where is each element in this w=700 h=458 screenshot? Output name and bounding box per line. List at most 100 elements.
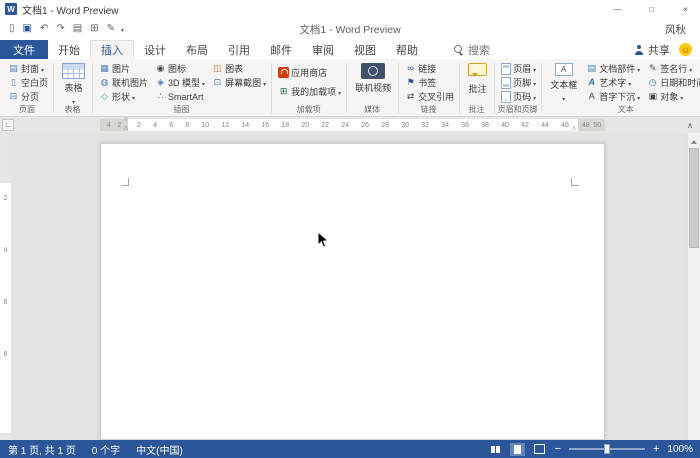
online-pictures-label: 联机图片 [112,78,149,88]
ruler-number: 48 [581,121,590,129]
drop-cap-button[interactable]: A 首字下沉 [584,90,642,103]
footer-button[interactable]: 页脚 [499,76,538,89]
tab-design[interactable]: 设计 [134,40,176,59]
tab-insert[interactable]: 插入 [90,40,134,59]
maximize-button[interactable]: □ [637,0,666,18]
wordart-button[interactable]: A 艺术字 [584,76,642,89]
chart-button[interactable]: ◫ 图表 [210,62,268,75]
collapse-ribbon-button[interactable]: ∧ [683,118,697,132]
footer-icon [501,76,512,89]
ruler-number: 8 [3,351,8,358]
ruler-number: 26 [361,121,370,129]
share-button[interactable]: 共享 [634,42,670,58]
document-page[interactable] [100,143,605,440]
language-indicator[interactable]: 中文(中国) [128,442,191,457]
comment-button[interactable]: 批注 [464,62,491,96]
tab-view[interactable]: 视图 [344,40,386,59]
screenshot-button[interactable]: ⊡ 屏幕截图 [210,76,268,89]
dropdown-icon [41,64,44,74]
minimize-button[interactable]: — [603,0,632,18]
tab-review[interactable]: 审阅 [302,40,344,59]
close-button[interactable]: × [671,0,700,18]
signature-line-icon: ✎ [648,63,657,73]
word-count[interactable]: 0 个字 [84,442,128,457]
online-video-button[interactable]: 联机视频 [351,62,395,95]
vertical-scrollbar[interactable] [687,133,700,440]
screenshot-icon: ⊡ [213,77,222,87]
tab-mailings[interactable]: 邮件 [260,40,302,59]
group-label-comments: 批注 [468,105,485,114]
zoom-level[interactable]: 100% [667,444,693,455]
read-mode-button[interactable] [488,443,503,456]
word-logo-icon[interactable]: W [5,3,17,15]
pen-icon[interactable]: ✎ [107,24,115,34]
feedback-smiley-icon[interactable]: ☺ [679,43,692,56]
bookmark-button[interactable]: ⚑ 书签 [403,76,456,89]
ruler-row: ∟ 42 2 4 6 8 10 12 14 16 18 20 22 24 26 28 30 32 34 36 38 4… [0,117,700,133]
store-button[interactable]: 应用商店 [276,66,343,79]
signature-line-button[interactable]: ✎ 签名行 [645,62,700,75]
online-pictures-button[interactable]: ◍ 联机图片 [97,76,150,89]
blank-page-button[interactable]: ▯ 空白页 [6,76,50,89]
table-button[interactable]: 表格 [58,62,89,107]
scrollbar-thumb[interactable] [689,148,699,248]
dropdown-icon [338,87,341,97]
group-tables: 表格 表格 [54,59,94,116]
3d-models-label: 3D 模型 [168,78,201,88]
new-document-icon[interactable]: ▯ [9,24,15,34]
cover-page-button[interactable]: ▤ 封面 [6,62,50,75]
my-addins-button[interactable]: ⊞ 我的加载项 [276,85,343,98]
3d-models-button[interactable]: ◈ 3D 模型 [153,76,207,89]
group-label-addins: 加载项 [296,105,321,114]
date-time-button[interactable]: ◷ 日期和时间 [645,76,700,89]
tab-home[interactable]: 开始 [48,40,90,59]
user-name[interactable]: 风秋 [665,18,686,40]
save-icon[interactable]: ▣ [23,24,32,34]
right-indent-marker[interactable] [572,126,576,131]
ruler-number: 30 [401,121,410,129]
search-icon [454,45,463,54]
header-button[interactable]: 页眉 [499,62,538,75]
dropdown-icon [263,78,266,88]
tab-help[interactable]: 帮助 [386,40,428,59]
screenshot-label: 屏幕截图 [225,78,262,88]
app-bar: ▯ ▣ ↶ ↷ ▤ ⊞ ✎ 文档1 - Word Preview 风秋 [0,18,700,40]
icons-button[interactable]: ◉ 图标 [153,62,207,75]
scroll-up-arrow-icon[interactable] [688,133,700,146]
zoom-slider[interactable] [568,444,645,454]
undo-icon[interactable]: ↶ [40,24,48,34]
redo-icon[interactable]: ↷ [56,24,64,34]
shapes-button[interactable]: ◇ 形状 [97,90,150,103]
link-button[interactable]: ∞ 链接 [403,62,456,75]
pictures-button[interactable]: ▦ 图片 [97,62,150,75]
page-break-button[interactable]: ⊟ 分页 [6,90,50,103]
ruler-number: 4 [3,247,8,254]
ruler-number: 16 [261,121,270,129]
hanging-indent-marker[interactable] [124,126,128,131]
zoom-slider-thumb[interactable] [603,444,610,454]
tab-references[interactable]: 引用 [218,40,260,59]
smartart-button[interactable]: ∴ SmartArt [153,90,207,103]
page-number-button[interactable]: 页码 [499,90,538,103]
cross-reference-button[interactable]: ⇄ 交叉引用 [403,90,456,103]
zoom-out-button[interactable]: − [554,443,562,455]
cross-reference-label: 交叉引用 [418,92,455,102]
quick-parts-button[interactable]: ▤ 文档部件 [584,62,642,75]
print-icon[interactable]: ▤ [73,24,82,34]
print-layout-button[interactable] [509,442,525,456]
tab-selector[interactable]: ∟ [2,119,14,131]
ruler-number: 12 [221,121,230,129]
first-line-indent-marker[interactable] [124,118,128,123]
object-button[interactable]: ▣ 对象 [645,90,700,103]
tab-layout[interactable]: 布局 [176,40,218,59]
text-box-button[interactable]: 文本框 [546,62,581,104]
ruler-number: 34 [441,121,449,129]
tab-file[interactable]: 文件 [0,40,48,59]
document-area[interactable]: 2 4 6 8 [0,133,700,440]
page-indicator[interactable]: 第 1 页, 共 1 页 [0,442,84,457]
web-layout-button[interactable] [532,443,547,456]
draw-table-icon[interactable]: ⊞ [90,24,98,34]
zoom-in-button[interactable]: + [652,443,660,455]
search-box[interactable]: 搜索 [454,40,490,59]
customize-qat-dropdown-icon[interactable] [121,23,124,35]
